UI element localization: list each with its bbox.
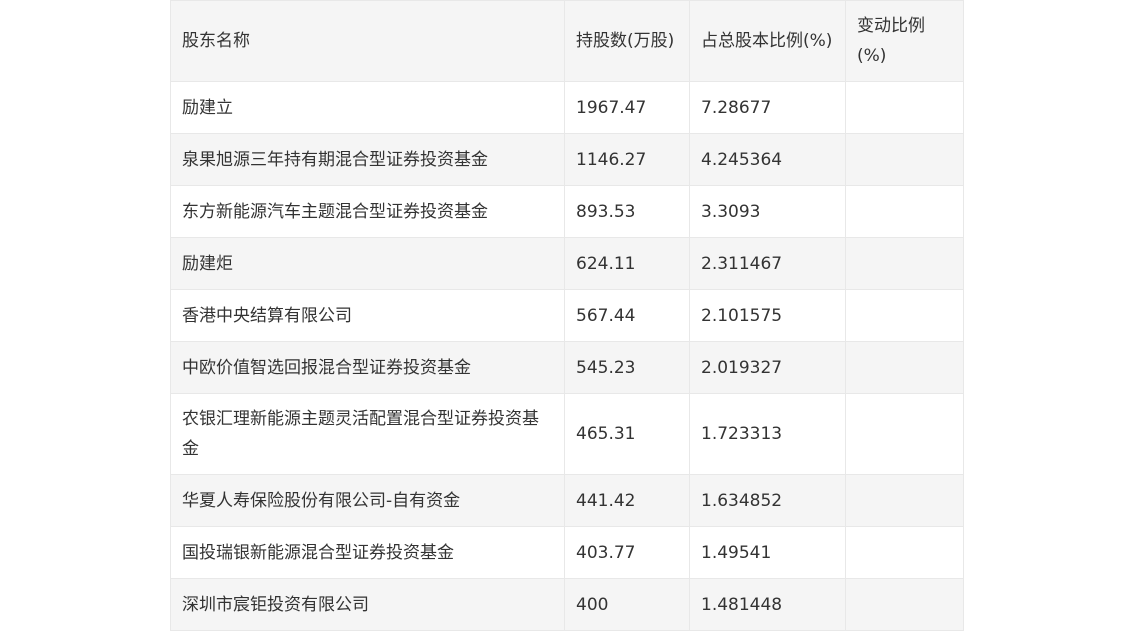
cell-shares-held: 1146.27 xyxy=(564,133,690,186)
cell-share-ratio: 3.3093 xyxy=(689,185,846,238)
table-row: 东方新能源汽车主题混合型证券投资基金 893.53 3.3093 xyxy=(170,185,964,238)
cell-change-ratio xyxy=(845,393,964,475)
cell-shares-held: 545.23 xyxy=(564,341,690,394)
cell-shares-held: 567.44 xyxy=(564,289,690,342)
cell-shareholder-name: 泉果旭源三年持有期混合型证券投资基金 xyxy=(170,133,565,186)
cell-shares-held: 624.11 xyxy=(564,237,690,290)
header-shareholder-name: 股东名称 xyxy=(170,0,565,82)
cell-shares-held: 400 xyxy=(564,578,690,631)
cell-share-ratio: 2.101575 xyxy=(689,289,846,342)
cell-shareholder-name: 农银汇理新能源主题灵活配置混合型证券投资基金 xyxy=(170,393,565,475)
cell-share-ratio: 2.311467 xyxy=(689,237,846,290)
table-row: 励建立 1967.47 7.28677 xyxy=(170,81,964,134)
cell-change-ratio xyxy=(845,185,964,238)
table-header-row: 股东名称 持股数(万股) 占总股本比例(%) 变动比例(%) xyxy=(170,0,964,82)
cell-shares-held: 403.77 xyxy=(564,526,690,579)
cell-change-ratio xyxy=(845,341,964,394)
cell-change-ratio xyxy=(845,474,964,527)
cell-shareholder-name: 华夏人寿保险股份有限公司-自有资金 xyxy=(170,474,565,527)
cell-shares-held: 465.31 xyxy=(564,393,690,475)
cell-share-ratio: 1.723313 xyxy=(689,393,846,475)
cell-shareholder-name: 深圳市宸钜投资有限公司 xyxy=(170,578,565,631)
table-row: 中欧价值智选回报混合型证券投资基金 545.23 2.019327 xyxy=(170,341,964,394)
cell-shareholder-name: 香港中央结算有限公司 xyxy=(170,289,565,342)
cell-change-ratio xyxy=(845,289,964,342)
cell-shareholder-name: 励建炬 xyxy=(170,237,565,290)
header-shares-held: 持股数(万股) xyxy=(564,0,690,82)
cell-share-ratio: 1.634852 xyxy=(689,474,846,527)
table-row: 国投瑞银新能源混合型证券投资基金 403.77 1.49541 xyxy=(170,526,964,579)
cell-share-ratio: 4.245364 xyxy=(689,133,846,186)
cell-change-ratio xyxy=(845,133,964,186)
cell-shareholder-name: 国投瑞银新能源混合型证券投资基金 xyxy=(170,526,565,579)
table-row: 励建炬 624.11 2.311467 xyxy=(170,237,964,290)
cell-share-ratio: 1.49541 xyxy=(689,526,846,579)
cell-shareholder-name: 励建立 xyxy=(170,81,565,134)
cell-shares-held: 1967.47 xyxy=(564,81,690,134)
table-row: 农银汇理新能源主题灵活配置混合型证券投资基金 465.31 1.723313 xyxy=(170,393,964,475)
cell-shares-held: 441.42 xyxy=(564,474,690,527)
cell-share-ratio: 7.28677 xyxy=(689,81,846,134)
cell-shareholder-name: 东方新能源汽车主题混合型证券投资基金 xyxy=(170,185,565,238)
cell-shares-held: 893.53 xyxy=(564,185,690,238)
cell-share-ratio: 1.481448 xyxy=(689,578,846,631)
cell-change-ratio xyxy=(845,578,964,631)
cell-change-ratio xyxy=(845,81,964,134)
cell-shareholder-name: 中欧价值智选回报混合型证券投资基金 xyxy=(170,341,565,394)
header-change-ratio: 变动比例(%) xyxy=(845,0,964,82)
table-row: 华夏人寿保险股份有限公司-自有资金 441.42 1.634852 xyxy=(170,474,964,527)
cell-change-ratio xyxy=(845,237,964,290)
table-row: 深圳市宸钜投资有限公司 400 1.481448 xyxy=(170,578,964,631)
header-share-ratio: 占总股本比例(%) xyxy=(689,0,846,82)
table-row: 泉果旭源三年持有期混合型证券投资基金 1146.27 4.245364 xyxy=(170,133,964,186)
table-row: 香港中央结算有限公司 567.44 2.101575 xyxy=(170,289,964,342)
shareholders-table: 股东名称 持股数(万股) 占总股本比例(%) 变动比例(%) 励建立 1967.… xyxy=(170,0,964,631)
cell-change-ratio xyxy=(845,526,964,579)
cell-share-ratio: 2.019327 xyxy=(689,341,846,394)
